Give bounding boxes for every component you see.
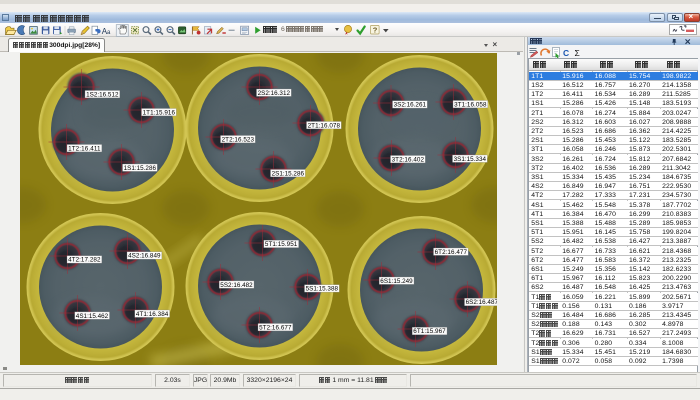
svg-text:1T1:15.916: 1T1:15.916 [142,109,175,116]
svg-text:6T2:16.477: 6T2:16.477 [434,249,467,256]
svg-text:3S1:15.334: 3S1:15.334 [453,156,486,163]
svg-text:6T1:15.967: 6T1:15.967 [413,328,446,335]
svg-text:1T2:16.411: 1T2:16.411 [68,145,101,152]
svg-text:4T1:16.384: 4T1:16.384 [135,311,168,318]
svg-text:6S2:16.487: 6S2:16.487 [465,299,496,306]
svg-text:2T1:16.078: 2T1:16.078 [307,122,340,129]
svg-text:4S2:16.849: 4S2:16.849 [128,253,161,260]
svg-text:2T2:16.523: 2T2:16.523 [221,136,254,143]
svg-text:3T2:16.402: 3T2:16.402 [391,156,424,163]
svg-text:1S1:15.286: 1S1:15.286 [123,165,156,172]
svg-text:4S1:15.462: 4S1:15.462 [75,313,108,320]
svg-text:5T2:16.677: 5T2:16.677 [259,324,292,331]
svg-text:?: ? [373,26,378,35]
svg-text:C: C [563,48,569,58]
svg-text:3S2:16.261: 3S2:16.261 [393,102,426,109]
svg-text:Σ: Σ [575,48,580,58]
svg-text:6S1:15.249: 6S1:15.249 [380,278,413,285]
svg-text:5S1:15.388: 5S1:15.388 [305,286,338,293]
svg-text:a: a [107,29,111,35]
svg-text:3T1:16.058: 3T1:16.058 [454,101,487,108]
svg-text:2S2:16.312: 2S2:16.312 [257,90,290,97]
svg-text:1S2:16.512: 1S2:16.512 [86,91,119,98]
svg-text:5T1:15.951: 5T1:15.951 [264,241,297,248]
svg-text:5S2:16.482: 5S2:16.482 [220,282,253,289]
svg-text:4T2:17.282: 4T2:17.282 [68,257,101,264]
svg-text:2S1:15.286: 2S1:15.286 [271,170,304,177]
